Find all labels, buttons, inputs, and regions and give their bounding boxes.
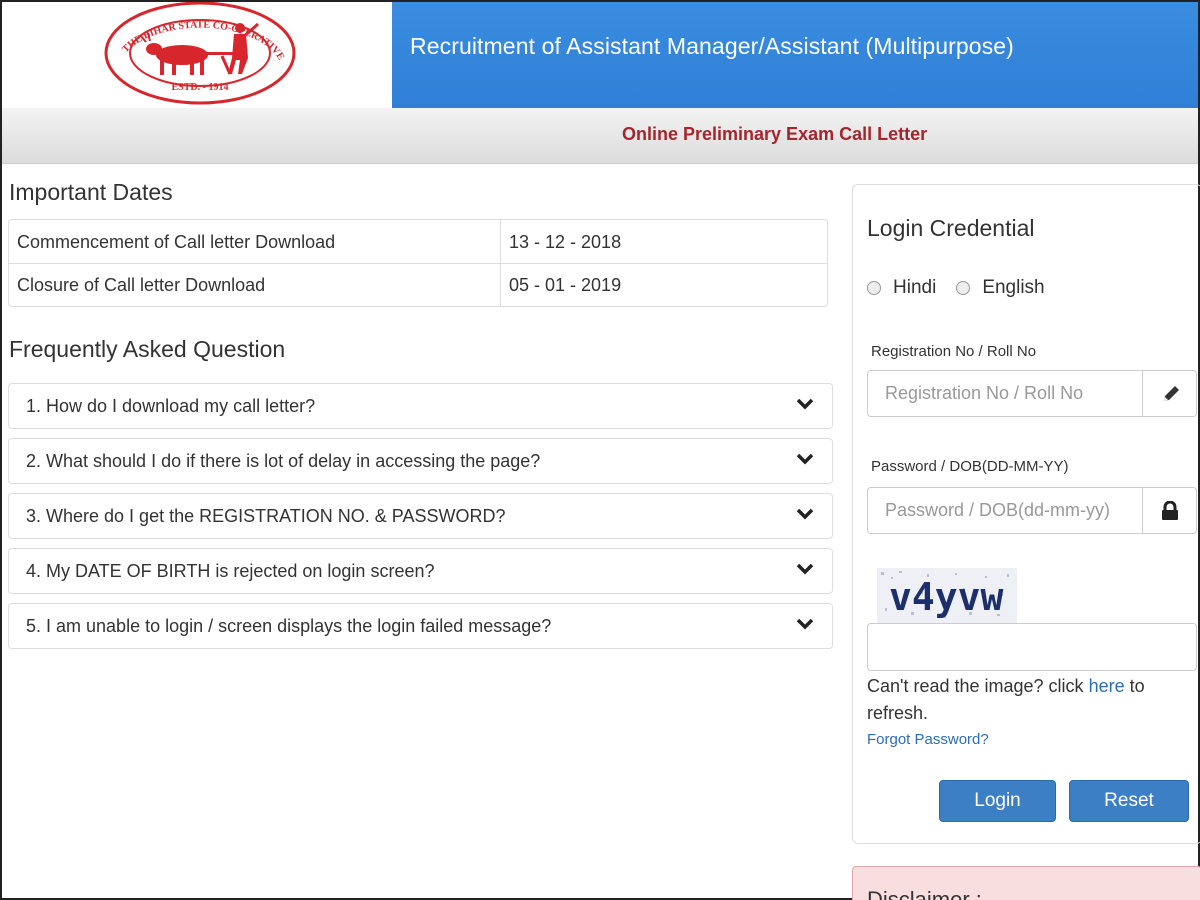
language-selector: Hindi English [867, 277, 1065, 299]
registration-addon [1142, 371, 1196, 416]
disclaimer-box: Disclaimer : [852, 866, 1200, 900]
faq-item-4[interactable]: 4. My DATE OF BIRTH is rejected on login… [8, 548, 833, 594]
registration-input-group [867, 370, 1197, 417]
captcha-image: v4yvw [877, 568, 1017, 624]
reset-button[interactable]: Reset [1069, 780, 1189, 822]
faq-title: Frequently Asked Question [9, 336, 286, 362]
faq-item-1[interactable]: 1. How do I download my call letter? [8, 383, 833, 429]
chevron-down-icon [796, 398, 814, 410]
chevron-down-icon [796, 618, 814, 630]
chevron-down-icon [796, 508, 814, 520]
svg-text:ESTD. - 1914: ESTD. - 1914 [172, 82, 229, 93]
pencil-icon [1164, 386, 1179, 401]
important-dates-table: Commencement of Call letter Download 13 … [8, 219, 828, 307]
disclaimer-title: Disclaimer : [867, 887, 982, 900]
logo-area: ESTD. - 1914 THE BIHAR STATE CO-OPERATIV… [6, 2, 392, 108]
header-title-bar: Recruitment of Assistant Manager/Assista… [392, 2, 1198, 108]
password-label: Password / DOB(DD-MM-YY) [871, 458, 1069, 475]
captcha-text: v4yvw [889, 575, 1004, 619]
page-subtitle: Online Preliminary Exam Call Letter [622, 124, 928, 144]
faq-question: 3. Where do I get the REGISTRATION NO. &… [26, 506, 506, 526]
sub-header-bar: Online Preliminary Exam Call Letter [2, 108, 1198, 164]
faq-question: 2. What should I do if there is lot of d… [26, 451, 541, 471]
refresh-prefix: Can't read the image? click [867, 676, 1084, 696]
faq-question: 4. My DATE OF BIRTH is rejected on login… [26, 561, 435, 581]
date-value: 05 - 01 - 2019 [509, 275, 622, 295]
login-button[interactable]: Login [939, 780, 1056, 822]
page-header: ESTD. - 1914 THE BIHAR STATE CO-OPERATIV… [2, 2, 1198, 108]
date-label: Commencement of Call letter Download [17, 232, 336, 252]
faq-item-2[interactable]: 2. What should I do if there is lot of d… [8, 438, 833, 484]
faq-question: 1. How do I download my call letter? [26, 396, 316, 416]
table-row: Closure of Call letter Download 05 - 01 … [9, 263, 827, 306]
registration-input[interactable] [868, 371, 1142, 416]
lock-icon [1162, 501, 1178, 520]
chevron-down-icon [796, 563, 814, 575]
password-input[interactable] [868, 488, 1142, 533]
date-label: Closure of Call letter Download [17, 275, 266, 295]
bank-logo: ESTD. - 1914 THE BIHAR STATE CO-OPERATIV… [102, 2, 296, 105]
important-dates-title: Important Dates [9, 179, 173, 205]
refresh-link[interactable]: here [1089, 676, 1125, 696]
login-panel: Login Credential Hindi English Registrat… [852, 184, 1200, 844]
faq-item-3[interactable]: 3. Where do I get the REGISTRATION NO. &… [8, 493, 833, 539]
radio-label-english: English [982, 277, 1045, 298]
radio-label-hindi: Hindi [893, 277, 937, 298]
page-title: Recruitment of Assistant Manager/Assista… [410, 33, 1014, 59]
chevron-down-icon [796, 453, 814, 465]
captcha-input[interactable] [867, 623, 1197, 671]
captcha-refresh-text: Can't read the image? click here to refr… [867, 673, 1197, 727]
radio-english[interactable] [956, 281, 971, 295]
password-input-group [867, 487, 1197, 534]
forgot-password-link[interactable]: Forgot Password? [867, 731, 989, 748]
password-addon [1142, 488, 1196, 533]
registration-label: Registration No / Roll No [871, 343, 1037, 360]
faq-question: 5. I am unable to login / screen display… [26, 616, 552, 636]
date-value: 13 - 12 - 2018 [509, 232, 622, 252]
faq-item-5[interactable]: 5. I am unable to login / screen display… [8, 603, 833, 649]
radio-hindi[interactable] [867, 281, 881, 295]
login-title: Login Credential [867, 215, 1035, 241]
table-row: Commencement of Call letter Download 13 … [9, 220, 827, 263]
